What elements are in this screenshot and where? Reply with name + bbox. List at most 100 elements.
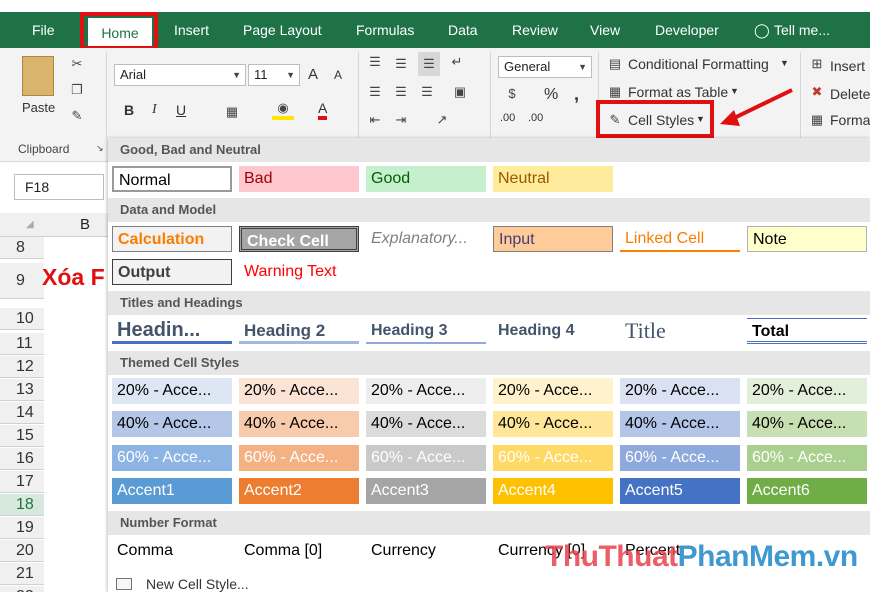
- shrink-font-button[interactable]: A: [334, 68, 342, 82]
- style-accent3[interactable]: Accent3: [366, 478, 486, 504]
- row-header-14[interactable]: 14: [0, 402, 44, 424]
- row-header-11[interactable]: 11: [0, 333, 44, 355]
- align-left-icon[interactable]: ☰: [366, 84, 384, 100]
- style-40-accent6[interactable]: 40% - Acce...: [747, 411, 867, 437]
- row-header-15[interactable]: 15: [0, 425, 44, 447]
- style-total[interactable]: Total: [747, 318, 867, 344]
- percent-button[interactable]: %: [544, 86, 558, 104]
- style-accent4[interactable]: Accent4: [493, 478, 613, 504]
- style-heading-4[interactable]: Heading 4: [493, 318, 613, 344]
- style-title[interactable]: Title: [620, 318, 740, 344]
- style-check-cell[interactable]: Check Cell: [239, 226, 359, 252]
- row-header-16[interactable]: 16: [0, 448, 44, 470]
- style-40-accent4[interactable]: 40% - Acce...: [493, 411, 613, 437]
- style-heading-3[interactable]: Heading 3: [366, 318, 486, 344]
- decrease-decimal-button[interactable]: .00: [528, 112, 543, 124]
- style-20-accent5[interactable]: 20% - Acce...: [620, 378, 740, 404]
- style-60-accent3[interactable]: 60% - Acce...: [366, 445, 486, 471]
- style-20-accent1[interactable]: 20% - Acce...: [112, 378, 232, 404]
- borders-icon[interactable]: ▦: [222, 104, 242, 120]
- row-header-8[interactable]: 8: [0, 237, 44, 259]
- style-warning-text[interactable]: Warning Text: [239, 259, 359, 285]
- row-header-22[interactable]: 22: [0, 586, 44, 592]
- style-60-accent2[interactable]: 60% - Acce...: [239, 445, 359, 471]
- tab-file[interactable]: File: [32, 12, 55, 48]
- delete-button[interactable]: Delete: [830, 86, 870, 102]
- insert-button[interactable]: Insert: [830, 58, 865, 74]
- comma-style-button[interactable]: ,: [574, 84, 579, 105]
- format-button[interactable]: Format: [830, 112, 870, 128]
- name-box[interactable]: F18: [14, 174, 104, 200]
- align-middle-icon[interactable]: ☰: [392, 56, 410, 72]
- style-good[interactable]: Good: [366, 166, 486, 192]
- select-all-icon[interactable]: ◢: [26, 219, 34, 230]
- format-painter-icon[interactable]: ✎: [68, 108, 86, 124]
- style-input[interactable]: Input: [493, 226, 613, 252]
- style-note[interactable]: Note: [747, 226, 867, 252]
- tab-page-layout[interactable]: Page Layout: [243, 12, 322, 48]
- style-heading-1[interactable]: Headin...: [112, 318, 232, 344]
- row-header-20[interactable]: 20: [0, 540, 44, 562]
- tab-data[interactable]: Data: [448, 12, 478, 48]
- increase-indent-icon[interactable]: ⇥: [392, 112, 410, 128]
- style-accent2[interactable]: Accent2: [239, 478, 359, 504]
- accounting-format-icon[interactable]: $: [500, 86, 524, 102]
- align-right-icon[interactable]: ☰: [418, 84, 436, 100]
- style-40-accent5[interactable]: 40% - Acce...: [620, 411, 740, 437]
- row-header-12[interactable]: 12: [0, 356, 44, 378]
- style-20-accent6[interactable]: 20% - Acce...: [747, 378, 867, 404]
- style-output[interactable]: Output: [112, 259, 232, 285]
- number-format-select[interactable]: General ▼: [498, 56, 592, 78]
- row-header-13[interactable]: 13: [0, 379, 44, 401]
- style-60-accent5[interactable]: 60% - Acce...: [620, 445, 740, 471]
- new-cell-style-button[interactable]: New Cell Style...: [146, 576, 249, 592]
- italic-button[interactable]: I: [152, 102, 157, 118]
- style-explanatory[interactable]: Explanatory...: [366, 226, 486, 252]
- style-20-accent4[interactable]: 20% - Acce...: [493, 378, 613, 404]
- style-60-accent1[interactable]: 60% - Acce...: [112, 445, 232, 471]
- style-currency[interactable]: Currency: [366, 538, 486, 564]
- tab-view[interactable]: View: [590, 12, 620, 48]
- align-bottom-icon[interactable]: ☰: [418, 52, 440, 76]
- tab-developer[interactable]: Developer: [655, 12, 719, 48]
- decrease-indent-icon[interactable]: ⇤: [366, 112, 384, 128]
- tab-formulas[interactable]: Formulas: [356, 12, 414, 48]
- paste-icon[interactable]: [22, 56, 54, 96]
- style-neutral[interactable]: Neutral: [493, 166, 613, 192]
- style-60-accent6[interactable]: 60% - Acce...: [747, 445, 867, 471]
- font-color-button[interactable]: A: [318, 100, 328, 120]
- style-40-accent2[interactable]: 40% - Acce...: [239, 411, 359, 437]
- row-header-18[interactable]: 18: [0, 494, 44, 516]
- conditional-formatting-button[interactable]: Conditional Formatting: [628, 56, 769, 72]
- dialog-launcher-icon[interactable]: ↘: [96, 143, 104, 154]
- row-header-9[interactable]: 9: [0, 263, 44, 299]
- fill-color-icon[interactable]: ◉: [272, 100, 294, 120]
- style-comma[interactable]: Comma: [112, 538, 232, 564]
- tell-me-search[interactable]: Tell me...: [774, 12, 830, 48]
- align-center-icon[interactable]: ☰: [392, 84, 410, 100]
- tab-review[interactable]: Review: [512, 12, 558, 48]
- style-normal[interactable]: Normal: [112, 166, 232, 192]
- style-accent1[interactable]: Accent1: [112, 478, 232, 504]
- format-as-table-button[interactable]: Format as Table: [628, 84, 728, 100]
- increase-decimal-button[interactable]: .00: [500, 112, 515, 124]
- row-header-19[interactable]: 19: [0, 517, 44, 539]
- tab-insert[interactable]: Insert: [174, 12, 209, 48]
- style-comma-0[interactable]: Comma [0]: [239, 538, 359, 564]
- style-40-accent3[interactable]: 40% - Acce...: [366, 411, 486, 437]
- style-bad[interactable]: Bad: [239, 166, 359, 192]
- grow-font-button[interactable]: A: [308, 66, 318, 83]
- font-size-select[interactable]: 11 ▼: [248, 64, 300, 86]
- cut-icon[interactable]: ✂: [68, 56, 86, 72]
- copy-icon[interactable]: ❐: [68, 82, 86, 98]
- merge-center-icon[interactable]: ▣: [448, 84, 472, 100]
- style-heading-2[interactable]: Heading 2: [239, 318, 359, 344]
- style-20-accent3[interactable]: 20% - Acce...: [366, 378, 486, 404]
- style-60-accent4[interactable]: 60% - Acce...: [493, 445, 613, 471]
- row-header-10[interactable]: 10: [0, 308, 44, 330]
- paste-button[interactable]: Paste: [22, 100, 55, 115]
- column-header-b[interactable]: B: [80, 216, 90, 233]
- align-top-icon[interactable]: ☰: [366, 54, 384, 70]
- style-40-accent1[interactable]: 40% - Acce...: [112, 411, 232, 437]
- wrap-text-icon[interactable]: ↵: [448, 54, 466, 70]
